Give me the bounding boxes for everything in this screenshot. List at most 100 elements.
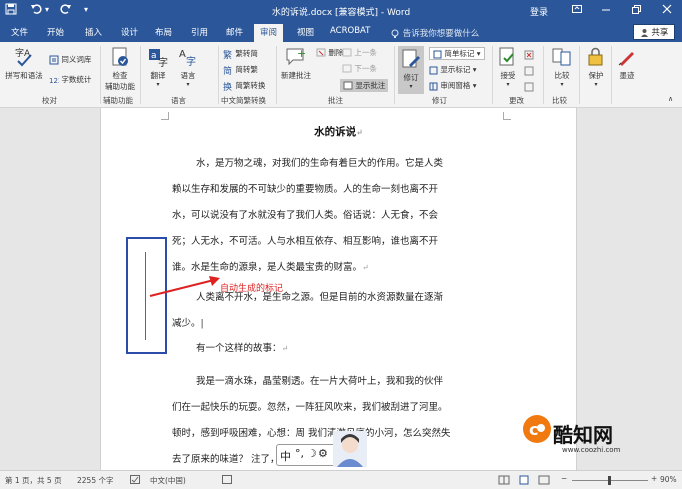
next-change-button[interactable] <box>524 82 534 92</box>
simp-to-trad-label: 简转繁 <box>235 65 258 74</box>
zoom-in-icon[interactable]: + <box>651 474 657 483</box>
markup-view-label: 简单标记 <box>444 49 475 58</box>
margin-mark <box>503 112 511 120</box>
word-count-button[interactable]: 123 字数统计 <box>49 74 91 85</box>
reject-icon <box>524 50 534 60</box>
reviewing-pane-label: 审阅窗格 <box>440 81 471 90</box>
compare-button[interactable]: 比较 ▾ <box>549 46 575 88</box>
macro-recording-icon[interactable] <box>222 475 232 486</box>
ribbon: 字A 拼写和语法 同义词库 123 字数统计 校对 检查 辅助功能 辅助功能 a… <box>0 42 682 108</box>
tab-home[interactable]: 开始 <box>47 26 64 38</box>
tell-me-search[interactable]: 告诉我你想要做什么 <box>390 27 479 39</box>
spelling-check-icon: 字A <box>15 47 32 67</box>
tab-file[interactable]: 文件 <box>11 26 28 38</box>
translate-button[interactable]: a字 翻译 ▾ <box>143 46 173 88</box>
paragraph-line: 水，是万物之魂，对我们的生命有着巨大的作用。它是人类 <box>196 158 444 169</box>
zoom-slider[interactable] <box>572 476 648 485</box>
settings-icon[interactable]: ⚙ <box>318 447 328 460</box>
track-changes-button[interactable]: 修订 ▾ <box>398 46 424 94</box>
proofing-status-icon[interactable] <box>130 475 140 486</box>
check-accessibility-button[interactable]: 检查 辅助功能 <box>103 46 137 92</box>
svg-text:简: 简 <box>223 65 232 75</box>
accessibility-check-icon <box>112 47 128 66</box>
trad-to-simp-button[interactable]: 繁 繁转简 <box>223 48 258 59</box>
convert-icon: 换 <box>223 81 232 91</box>
paragraph-line: 有一个这样的故事： <box>196 343 282 354</box>
ime-toolbar[interactable]: 中 °, ☽ ⚙ <box>276 431 367 467</box>
minimize-icon[interactable] <box>599 3 613 17</box>
tell-me-label: 告诉我你想要做什么 <box>402 29 480 39</box>
accept-button[interactable]: 接受 ▾ <box>495 46 521 88</box>
previous-comment-button[interactable]: 上一条 <box>342 47 377 58</box>
group-separator <box>579 46 580 104</box>
ink-button[interactable]: 墨迹 <box>614 46 640 81</box>
next-comment-button[interactable]: 下一条 <box>342 63 377 74</box>
tab-review[interactable]: 审阅 <box>254 24 284 42</box>
restore-icon[interactable] <box>629 3 643 17</box>
protect-dropdown-icon: ▾ <box>594 81 598 88</box>
track-dropdown-icon: ▾ <box>409 83 413 90</box>
share-button[interactable]: 共享 <box>633 24 675 40</box>
word-count[interactable]: 2255 个字 <box>77 475 113 486</box>
delete-comment-button[interactable]: 删除 <box>316 47 343 58</box>
reviewing-pane-button[interactable]: 审阅窗格 ▾ <box>429 80 477 91</box>
language-label: 语言 <box>180 71 196 80</box>
group-separator <box>394 46 395 104</box>
previous-change-button[interactable] <box>524 66 534 76</box>
ink-pen-icon <box>618 52 634 66</box>
accept-label: 接受 <box>500 71 516 80</box>
share-label: 共享 <box>651 28 669 38</box>
read-mode-icon[interactable] <box>498 475 510 487</box>
tab-insert[interactable]: 插入 <box>85 26 102 38</box>
tab-acrobat[interactable]: ACROBAT <box>330 26 370 36</box>
ime-mode[interactable]: 中 <box>280 448 291 464</box>
punctuation-icon[interactable]: °, <box>295 447 304 460</box>
print-layout-icon[interactable] <box>518 475 530 487</box>
language-button[interactable]: A字 语言 ▾ <box>173 46 203 88</box>
previous-label: 上一条 <box>354 48 377 57</box>
show-markup-icon <box>429 66 438 74</box>
thesaurus-button[interactable]: 同义词库 <box>49 54 91 65</box>
paragraph-mark: ↵ <box>362 263 369 272</box>
tab-view[interactable]: 视图 <box>297 26 314 38</box>
group-label-language: 语言 <box>171 96 186 105</box>
group-label-chinese: 中文简繁转换 <box>221 96 266 105</box>
reject-button[interactable] <box>524 50 534 60</box>
margin-mark <box>161 112 169 120</box>
new-comment-button[interactable]: + 新建批注 <box>279 46 313 81</box>
login-link[interactable]: 登录 <box>530 5 548 18</box>
close-icon[interactable] <box>660 3 674 17</box>
zoom-out-icon[interactable]: − <box>561 474 567 483</box>
ribbon-tabs: 文件 开始 插入 设计 布局 引用 邮件 审阅 视图 ACROBAT 告诉我你想… <box>0 22 682 42</box>
page-count[interactable]: 第 1 页，共 5 页 <box>5 475 62 486</box>
tab-design[interactable]: 设计 <box>121 26 138 38</box>
paragraph-1: 水，是万物之魂，对我们的生命有着巨大的作用。它是人类 赖以生存和发展的不可缺少的… <box>172 151 502 281</box>
protect-button[interactable]: 保护 ▾ <box>583 46 609 88</box>
document-title: 水的诉说↵ <box>101 124 576 139</box>
language-status[interactable]: 中文(中国) <box>150 475 186 486</box>
web-layout-icon[interactable] <box>538 475 550 487</box>
language-dropdown-icon: ▾ <box>186 81 190 88</box>
show-markup-button[interactable]: 显示标记 ▾ <box>429 64 477 75</box>
ribbon-display-options-icon[interactable] <box>570 3 584 17</box>
moon-icon[interactable]: ☽ <box>307 447 317 460</box>
spelling-grammar-button[interactable]: 字A 拼写和语法 <box>3 46 45 81</box>
group-separator <box>492 46 493 104</box>
convert-button[interactable]: 换 简繁转换 <box>223 80 265 91</box>
simp-to-trad-button[interactable]: 简 简转繁 <box>223 64 258 75</box>
markup-view-select[interactable]: 简单标记 ▾ <box>429 47 485 60</box>
thesaurus-icon <box>49 55 59 65</box>
paragraph-mark: ↵ <box>356 127 363 137</box>
tab-mailings[interactable]: 邮件 <box>226 26 243 38</box>
previous-change-icon <box>524 66 534 76</box>
zoom-slider-thumb[interactable] <box>608 476 611 485</box>
zoom-level[interactable]: 90% <box>660 475 677 484</box>
new-comment-icon: + <box>286 47 306 66</box>
chevron-down-icon: ▾ <box>472 81 477 90</box>
show-comments-button[interactable]: 显示批注 <box>340 79 389 92</box>
tab-layout[interactable]: 布局 <box>155 26 172 38</box>
collapse-ribbon-icon[interactable]: ∧ <box>668 95 673 103</box>
show-comments-label: 显示批注 <box>355 81 386 90</box>
group-separator <box>543 46 544 104</box>
tab-references[interactable]: 引用 <box>191 26 208 38</box>
